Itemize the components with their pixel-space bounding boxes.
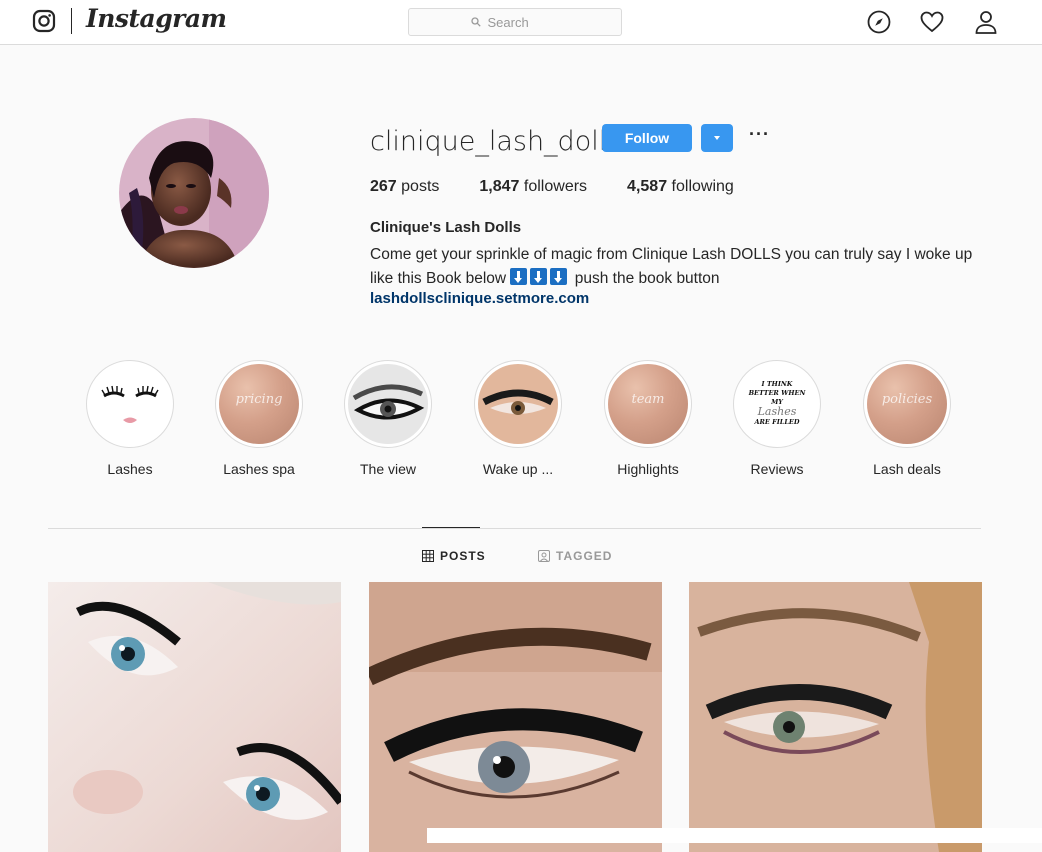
profile-full-name: Clinique's Lash Dolls [370, 219, 522, 236]
post-thumbnail[interactable] [689, 582, 982, 852]
post-image-blue-eyes [48, 582, 341, 852]
highlight-cover [86, 360, 174, 448]
profile-website-link[interactable]: lashdollsclinique.setmore.com [370, 290, 589, 307]
highlight-label: Lash deals [873, 461, 941, 477]
tab-tagged[interactable]: TAGGED [538, 549, 612, 563]
explore-compass-icon[interactable] [866, 9, 892, 35]
profile-bio: Come get your sprinkle of magic from Cli… [370, 243, 990, 291]
highlight-label: The view [359, 461, 417, 477]
quote-cover-image: I THINK BETTER WHEN MY Lashes ARE FILLED [737, 364, 817, 444]
highlight-label: Wake up ... [482, 461, 554, 477]
rose-gold-cover-image: pricing [219, 364, 299, 444]
search-icon [470, 17, 481, 27]
posts-count-stat: 267 posts [370, 178, 439, 196]
highlight-cover: team [604, 360, 692, 448]
bio-line-2: like this Book below push the book butto… [370, 267, 990, 291]
profile-person-icon[interactable] [973, 9, 999, 35]
cover-quote-script: Lashes [757, 405, 797, 418]
cover-script-text: pricing [235, 392, 283, 407]
search-input[interactable] [485, 13, 560, 31]
highlight-cover: I THINK BETTER WHEN MY Lashes ARE FILLED [733, 360, 821, 448]
bio-line-1: Come get your sprinkle of magic from Cli… [370, 246, 973, 263]
top-navigation-bar: Instagram [0, 0, 1042, 45]
highlight-label: Lashes spa [223, 461, 295, 477]
following-count: 4,587 [627, 178, 668, 195]
post-thumbnail[interactable] [48, 582, 341, 852]
posts-count: 267 [370, 178, 397, 195]
bio-line-2-start: like this Book below [370, 270, 507, 287]
highlight-lash-deals[interactable]: policies Lash deals [857, 360, 957, 477]
suggested-accounts-dropdown-button[interactable] [701, 124, 733, 152]
highlight-highlights[interactable]: team Highlights [598, 360, 698, 477]
highlight-label: Reviews [750, 461, 804, 477]
bio-line-2-end: push the book button [574, 270, 720, 287]
highlight-cover [344, 360, 432, 448]
rose-gold-cover-image: policies [867, 364, 947, 444]
highlight-lashes[interactable]: Lashes [80, 360, 180, 477]
eye-closeup-color-cover-image [478, 364, 558, 444]
eye-closeup-bw-cover-image [348, 364, 428, 444]
highlight-label: Lashes [107, 461, 153, 477]
tab-posts-label: POSTS [440, 549, 486, 563]
cover-quote-line: BETTER WHEN MY [748, 389, 806, 406]
followers-label: followers [523, 178, 588, 195]
instagram-wordmark-logo[interactable]: Instagram [86, 4, 227, 33]
tab-tagged-label: TAGGED [556, 549, 613, 563]
highlight-lashes-spa[interactable]: pricing Lashes spa [209, 360, 309, 477]
tabs-divider [48, 528, 981, 529]
following-link[interactable]: 4,587 following [627, 178, 734, 196]
highlight-cover: policies [863, 360, 951, 448]
cover-quote-line: ARE FILLED [754, 418, 800, 426]
cover-script-text: policies [881, 392, 933, 407]
grid-icon [422, 550, 434, 562]
followers-count: 1,847 [479, 178, 520, 195]
posts-label: posts [401, 178, 440, 195]
highlight-reviews[interactable]: I THINK BETTER WHEN MY Lashes ARE FILLED… [727, 360, 827, 477]
activity-heart-icon[interactable] [919, 9, 945, 35]
cover-script-text: team [631, 392, 665, 407]
profile-avatar[interactable] [119, 118, 269, 268]
post-image-natural-lashes [689, 582, 982, 852]
post-thumbnail[interactable] [369, 582, 662, 852]
highlight-cover: pricing [215, 360, 303, 448]
page-overlay-strip [427, 828, 1042, 843]
following-label: following [671, 178, 734, 195]
down-arrow-emoji-icon [530, 268, 548, 285]
down-arrow-emoji-icon [510, 268, 528, 285]
down-arrow-emoji-icon [550, 268, 568, 285]
followers-link[interactable]: 1,847 followers [479, 178, 587, 196]
tagged-person-icon [538, 550, 550, 562]
post-image-volume-lashes [369, 582, 662, 852]
caret-down-icon [714, 136, 720, 140]
highlight-wake-up[interactable]: Wake up ... [468, 360, 568, 477]
instagram-glyph-icon[interactable] [32, 9, 56, 33]
brand-divider [71, 8, 72, 34]
active-tab-indicator [422, 527, 480, 528]
cover-quote-line: I THINK [761, 380, 793, 388]
profile-stats: 267 posts 1,847 followers 4,587 followin… [370, 178, 774, 196]
lashes-face-cover-image [90, 364, 170, 444]
rose-gold-cover-image: team [608, 364, 688, 444]
follow-button[interactable]: Follow [602, 124, 692, 152]
tab-posts[interactable]: POSTS [422, 549, 486, 563]
avatar-photo [119, 118, 269, 268]
more-options-button[interactable]: ··· [749, 124, 771, 152]
highlight-label: Highlights [617, 461, 679, 477]
highlight-the-view[interactable]: The view [338, 360, 438, 477]
search-box[interactable] [408, 8, 622, 36]
profile-username: clinique_lash_dolls [370, 126, 621, 157]
highlight-cover [474, 360, 562, 448]
